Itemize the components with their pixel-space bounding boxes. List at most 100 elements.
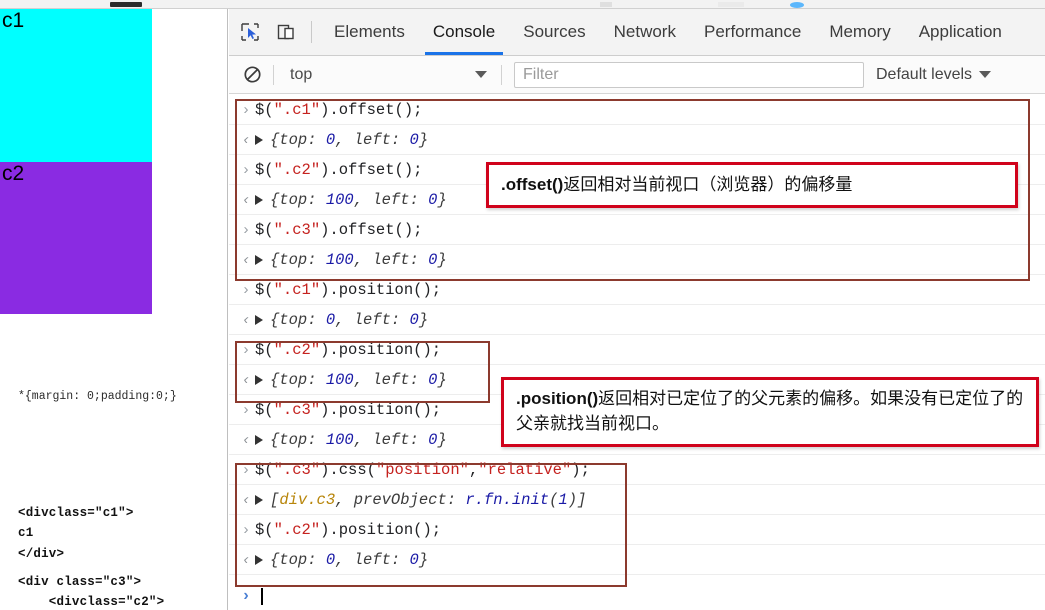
- tab-elements[interactable]: Elements: [320, 9, 419, 55]
- div-c2-label: c2: [2, 162, 25, 185]
- expand-triangle-icon[interactable]: [255, 554, 263, 565]
- code-line: <divclass="c1">: [18, 506, 134, 521]
- console-command-text: $(".c1").position();: [255, 280, 442, 299]
- expand-triangle-icon[interactable]: [255, 434, 263, 445]
- console-command-row[interactable]: › $(".c2").position();: [229, 335, 1045, 365]
- browser-ui-blip: [600, 2, 612, 7]
- console-result-row[interactable]: ‹ {top: 0, left: 0}: [229, 545, 1045, 575]
- tab-sources[interactable]: Sources: [509, 9, 599, 55]
- tab-label: Sources: [523, 22, 586, 41]
- prompt-caret-icon: ›: [243, 587, 249, 604]
- browser-ui-blip: [790, 2, 804, 8]
- console-command-row[interactable]: › $(".c1").position();: [229, 275, 1045, 305]
- code-line: c1: [18, 526, 34, 541]
- page-preview-pane: c1 c2 *{margin: 0;padding:0;} <divclass=…: [0, 9, 228, 610]
- console-command-text: $(".c2").position();: [255, 340, 442, 359]
- expand-triangle-icon[interactable]: [255, 134, 263, 145]
- code-line: <div class="c3">: [18, 574, 142, 589]
- tab-label: Elements: [334, 22, 405, 41]
- tab-application[interactable]: Application: [905, 9, 1016, 55]
- annotation-offset-text: .offset()返回相对当前视口（浏览器）的偏移量: [501, 174, 853, 194]
- filter-input[interactable]: [514, 61, 864, 88]
- console-result-text: {top: 0, left: 0}: [270, 130, 429, 149]
- console-command-row[interactable]: › $(".c1").offset();: [229, 95, 1045, 125]
- console-command-text: $(".c3").offset();: [255, 220, 423, 239]
- tab-network[interactable]: Network: [600, 9, 690, 55]
- console-result-row[interactable]: ‹ {top: 0, left: 0}: [229, 305, 1045, 335]
- console-filter-bar: top Default levels: [229, 56, 1045, 94]
- console-command-text: $(".c3").position();: [255, 400, 442, 419]
- annotation-offset-note: .offset()返回相对当前视口（浏览器）的偏移量: [486, 162, 1018, 208]
- text-cursor: [261, 587, 263, 605]
- result-arrow-icon: ‹: [243, 371, 249, 388]
- div-c3: c2: [0, 162, 152, 314]
- console-command-text: $(".c2").position();: [255, 520, 442, 539]
- toolbar-divider: [311, 21, 312, 43]
- chevron-down-icon: [475, 71, 487, 78]
- prompt-arrow-icon: ›: [243, 461, 249, 478]
- code-html-lines: <divclass="c1"> c1 </div> <div class="c3">…: [18, 503, 223, 610]
- console-result-text: {top: 0, left: 0}: [270, 550, 429, 569]
- console-command-row[interactable]: › $(".c2").position();: [229, 515, 1045, 545]
- log-levels-value: Default levels: [876, 65, 973, 83]
- tab-label: Network: [613, 22, 676, 41]
- prompt-arrow-icon: ›: [243, 101, 249, 118]
- devtools-panel: Elements Console Sources Network Performance…: [229, 9, 1045, 610]
- expand-triangle-icon[interactable]: [255, 254, 263, 265]
- source-code-listing: *{margin: 0;padding:0;} <divclass="c1"> c…: [18, 347, 223, 610]
- expand-triangle-icon[interactable]: [255, 494, 263, 505]
- result-arrow-icon: ‹: [243, 311, 249, 328]
- browser-ui-blip: [718, 2, 744, 7]
- devtools-tab-strip: Elements Console Sources Network Performance…: [320, 9, 1016, 55]
- div-c1: c1: [0, 9, 152, 162]
- execution-context-value: top: [290, 65, 313, 83]
- browser-chrome-strip: [0, 0, 1045, 9]
- console-prompt-row[interactable]: ›: [229, 582, 1045, 610]
- console-result-text: [div.c3, prevObject: r.fn.init(1)]: [270, 490, 587, 509]
- console-command-row[interactable]: › $(".c3").css("position","relative");: [229, 455, 1045, 485]
- console-result-row[interactable]: ‹ [div.c3, prevObject: r.fn.init(1)]: [229, 485, 1045, 515]
- code-line: <divclass="c2">: [18, 595, 165, 610]
- tab-label: Console: [432, 22, 496, 41]
- execution-context-select[interactable]: top: [280, 61, 495, 89]
- console-command-text: $(".c1").offset();: [255, 100, 423, 119]
- div-c2: c2: [0, 162, 152, 314]
- prompt-arrow-icon: ›: [243, 221, 249, 238]
- console-result-row[interactable]: ‹ {top: 0, left: 0}: [229, 125, 1045, 155]
- annotation-position-text: .position()返回相对已定位了的父元素的偏移。如果没有已定位了的父亲就找…: [516, 389, 1024, 433]
- console-result-text: {top: 0, left: 0}: [270, 310, 429, 329]
- tab-performance[interactable]: Performance: [690, 9, 815, 55]
- annotation-position-note: .position()返回相对已定位了的父元素的偏移。如果没有已定位了的父亲就找…: [501, 377, 1039, 447]
- console-result-row[interactable]: ‹ {top: 100, left: 0}: [229, 245, 1045, 275]
- device-toolbar-icon[interactable]: [271, 17, 301, 47]
- prompt-arrow-icon: ›: [243, 521, 249, 538]
- result-arrow-icon: ‹: [243, 431, 249, 448]
- prompt-arrow-icon: ›: [243, 281, 249, 298]
- inspect-cursor-icon[interactable]: [235, 17, 265, 47]
- clear-console-icon[interactable]: [237, 61, 267, 89]
- tab-label: Performance: [703, 22, 802, 41]
- code-css-rule: *{margin: 0;padding:0;}: [18, 389, 177, 403]
- console-command-text: $(".c2").offset();: [255, 160, 423, 179]
- result-arrow-icon: ‹: [243, 251, 249, 268]
- tab-memory[interactable]: Memory: [815, 9, 904, 55]
- div-c1-label: c1: [2, 9, 25, 32]
- filterbar-divider: [501, 64, 502, 85]
- console-result-text: {top: 100, left: 0}: [270, 250, 447, 269]
- expand-triangle-icon[interactable]: [255, 374, 263, 385]
- console-result-text: {top: 100, left: 0}: [270, 430, 447, 449]
- expand-triangle-icon[interactable]: [255, 194, 263, 205]
- devtools-toolbar: Elements Console Sources Network Performance…: [229, 9, 1045, 56]
- tab-label: Memory: [829, 22, 891, 41]
- console-result-text: {top: 100, left: 0}: [270, 370, 447, 389]
- tab-console[interactable]: Console: [419, 9, 509, 55]
- result-arrow-icon: ‹: [243, 131, 249, 148]
- log-levels-select[interactable]: Default levels: [876, 65, 992, 84]
- expand-triangle-icon[interactable]: [255, 314, 263, 325]
- result-arrow-icon: ‹: [243, 551, 249, 568]
- console-command-row[interactable]: › $(".c3").offset();: [229, 215, 1045, 245]
- result-arrow-icon: ‹: [243, 191, 249, 208]
- code-line: </div>: [18, 546, 65, 561]
- result-arrow-icon: ‹: [243, 491, 249, 508]
